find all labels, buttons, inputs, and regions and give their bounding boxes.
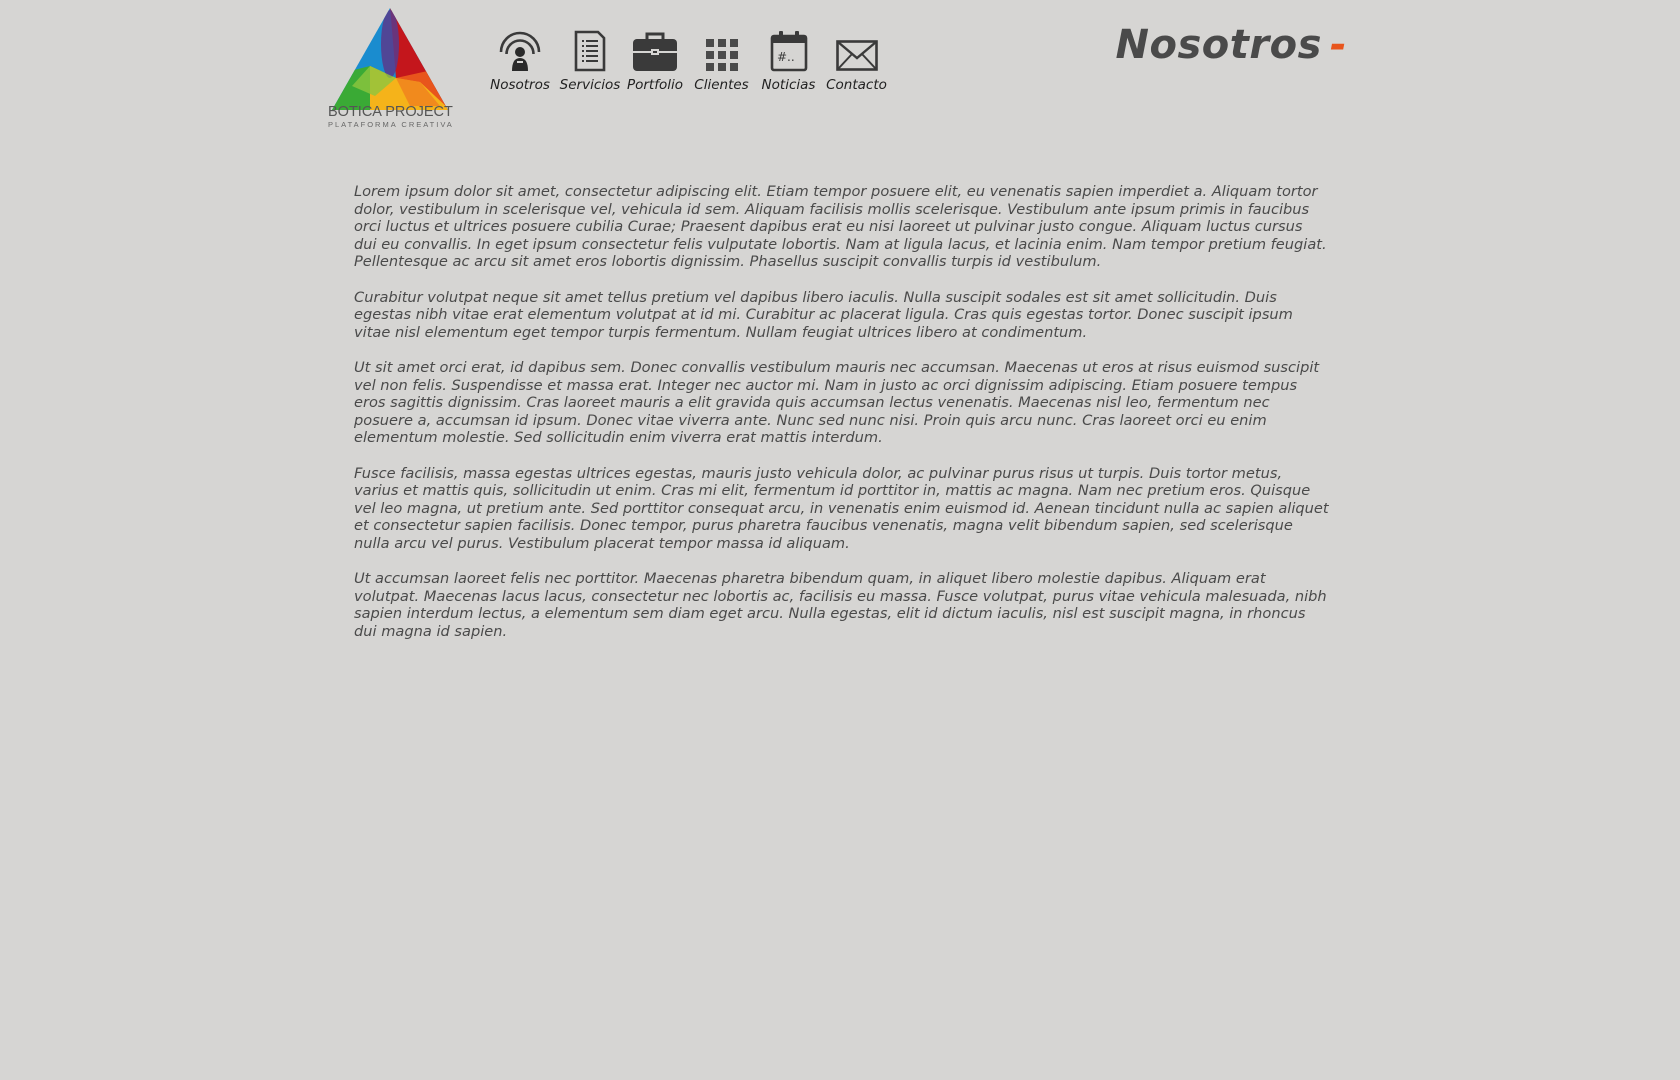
page-title-dash: - bbox=[1329, 22, 1347, 68]
calendar-icon: #.. bbox=[770, 26, 808, 72]
nav-item-noticias[interactable]: #.. Noticias bbox=[758, 26, 819, 93]
nav-item-contacto[interactable]: Contacto bbox=[819, 26, 894, 93]
content-paragraph: Lorem ipsum dolor sit amet, consectetur … bbox=[354, 183, 1327, 270]
nav-label-servicios: Servicios bbox=[559, 77, 621, 93]
content-paragraph: Fusce facilisis, massa egestas ultrices … bbox=[354, 464, 1329, 552]
nav-item-portfolio[interactable]: Portfolio bbox=[625, 26, 685, 93]
content-paragraph: Ut sit amet orci erat, id dapibus sem. D… bbox=[354, 359, 1320, 446]
nav-item-nosotros[interactable]: Nosotros bbox=[485, 26, 555, 93]
brand-logo[interactable]: BOTICA PROJECT PLATAFORMA CREATIVA bbox=[328, 6, 454, 129]
nav-label-contacto: Contacto bbox=[826, 77, 887, 93]
page: BOTICA PROJECT PLATAFORMA CREATIVA Nosot… bbox=[0, 0, 1680, 1080]
svg-text:#..: #.. bbox=[777, 50, 795, 64]
content-paragraph: Curabitur volutpat neque sit amet tellus… bbox=[354, 288, 1293, 341]
page-title-text: Nosotros bbox=[1115, 22, 1322, 68]
brand-tagline: PLATAFORMA CREATIVA bbox=[328, 120, 454, 129]
nav-item-clientes[interactable]: Clientes bbox=[685, 26, 758, 93]
nav-label-noticias: Noticias bbox=[761, 77, 816, 93]
page-title: Nosotros - bbox=[1116, 22, 1348, 68]
briefcase-icon bbox=[632, 26, 678, 72]
main-nav: Nosotros Servicios Portfolio Clientes #.… bbox=[485, 26, 894, 93]
grid-icon bbox=[705, 26, 739, 72]
envelope-icon bbox=[835, 26, 878, 72]
nav-item-servicios[interactable]: Servicios bbox=[555, 26, 625, 93]
document-list-icon bbox=[574, 26, 606, 72]
content-paragraph: Ut accumsan laoreet felis nec porttitor.… bbox=[354, 570, 1327, 640]
person-broadcast-icon bbox=[497, 26, 543, 72]
logo-triangle-icon bbox=[332, 8, 448, 110]
brand-name: BOTICA PROJECT bbox=[328, 104, 453, 120]
main-content: Lorem ipsum dolor sit amet, consectetur … bbox=[354, 183, 1329, 658]
nav-label-nosotros: Nosotros bbox=[490, 77, 550, 93]
nav-label-portfolio: Portfolio bbox=[626, 77, 684, 93]
nav-label-clientes: Clientes bbox=[694, 77, 749, 93]
